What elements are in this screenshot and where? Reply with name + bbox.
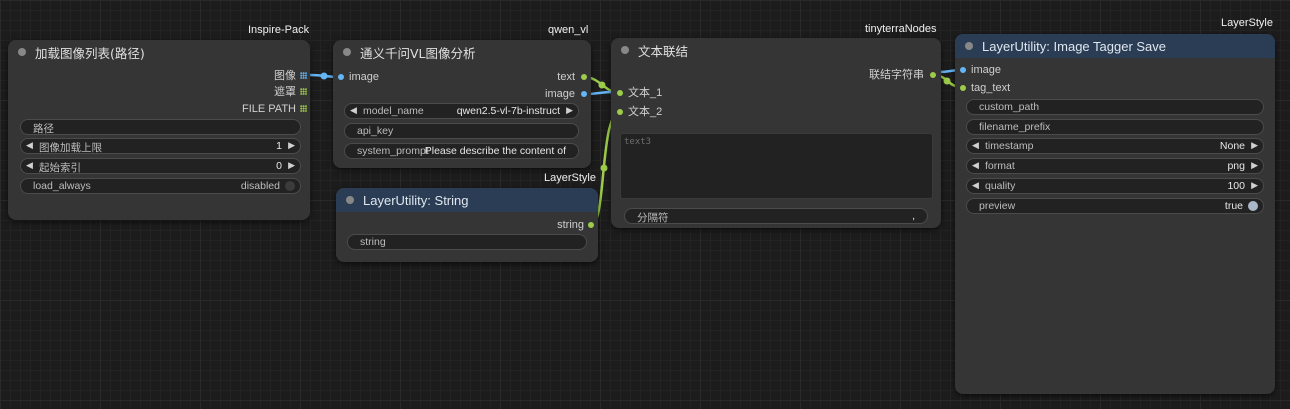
output-label-string: string (557, 219, 584, 231)
increment-arrow-icon[interactable]: ▶ (1251, 140, 1258, 151)
node-title: 通义千问VL图像分析 (360, 45, 476, 61)
link-midpoint (943, 77, 951, 85)
collapse-dot-icon[interactable] (343, 48, 351, 56)
link-midpoint (600, 164, 608, 172)
output-label-joined: 联结字符串 (869, 69, 924, 81)
node-header[interactable]: LayerUtility: String (336, 188, 598, 212)
group-tag-tinyterra: tinyterraNodes (865, 23, 937, 35)
increment-arrow-icon[interactable]: ▶ (1251, 180, 1258, 191)
node-text-concat[interactable]: 文本联结 文本_1 文本_2 联结字符串 text3 分隔符 , (611, 38, 941, 228)
link-midpoint (598, 81, 606, 89)
input-text1-dot[interactable] (617, 90, 623, 96)
increment-arrow-icon[interactable]: ▶ (1251, 160, 1258, 171)
output-image-dot[interactable] (581, 91, 587, 97)
output-joined-dot[interactable] (930, 72, 936, 78)
node-title: 加载图像列表(路径) (35, 45, 145, 61)
string-input[interactable]: string (347, 234, 587, 250)
filename-prefix-input[interactable]: filename_prefix (966, 119, 1264, 135)
output-label-mask: 遮罩 (274, 86, 296, 98)
output-label-text: text (557, 71, 575, 83)
input-label-text2: 文本_2 (628, 106, 663, 118)
node-header[interactable]: 文本联结 (611, 38, 941, 62)
decrement-arrow-icon[interactable]: ◀ (350, 105, 357, 116)
node-header[interactable]: LayerUtility: Image Tagger Save (955, 34, 1275, 58)
decrement-arrow-icon[interactable]: ◀ (972, 160, 979, 171)
delimiter-input[interactable]: 分隔符 , (624, 208, 928, 224)
increment-arrow-icon[interactable]: ▶ (288, 140, 295, 151)
node-header[interactable]: 通义千问VL图像分析 (333, 40, 591, 64)
input-label-image: image (971, 64, 1001, 76)
input-label-text1: 文本_1 (628, 87, 663, 99)
load-always-toggle[interactable]: load_always disabled (20, 178, 301, 194)
group-tag-qwen-vl: qwen_vl (548, 24, 589, 36)
node-layerutility-string[interactable]: LayerUtility: String string string (336, 188, 598, 262)
collapse-dot-icon[interactable] (621, 46, 629, 54)
node-qwen-vl[interactable]: 通义千问VL图像分析 image text image ◀ model_name… (333, 40, 591, 168)
input-image-dot[interactable] (960, 67, 966, 73)
quality-stepper[interactable]: ◀ quality 100 ▶ (966, 178, 1264, 194)
system-prompt-input[interactable]: system_prompt Please describe the conten… (344, 143, 579, 159)
node-load-image-list[interactable]: 加载图像列表(路径) 图像 遮罩 FILE PATH 路径 ◀ 图像加载上限 1… (8, 40, 310, 220)
input-label-image: image (349, 71, 379, 83)
max-load-stepper[interactable]: ◀ 图像加载上限 1 ▶ (20, 138, 301, 154)
input-image-dot[interactable] (338, 74, 344, 80)
toggle-knob-icon[interactable] (1248, 201, 1258, 211)
decrement-arrow-icon[interactable]: ◀ (972, 140, 979, 151)
node-title: LayerUtility: String (363, 192, 469, 208)
input-tag-text-dot[interactable] (960, 85, 966, 91)
format-select[interactable]: ◀ format png ▶ (966, 158, 1264, 174)
input-label-tag-text: tag_text (971, 82, 1011, 94)
preview-toggle[interactable]: preview true (966, 198, 1264, 214)
custom-path-input[interactable]: custom_path (966, 99, 1264, 115)
path-input[interactable]: 路径 (20, 119, 301, 135)
output-text-dot[interactable] (581, 74, 587, 80)
output-image-grid-icon[interactable] (300, 72, 307, 79)
output-string-dot[interactable] (588, 222, 594, 228)
increment-arrow-icon[interactable]: ▶ (288, 160, 295, 171)
collapse-dot-icon[interactable] (965, 42, 973, 50)
output-label-image: 图像 (274, 70, 296, 82)
start-index-stepper[interactable]: ◀ 起始索引 0 ▶ (20, 158, 301, 174)
decrement-arrow-icon[interactable]: ◀ (26, 160, 33, 171)
link-midpoint (320, 72, 328, 80)
group-tag-inspire-pack: Inspire-Pack (248, 24, 310, 36)
api-key-input[interactable]: api_key (344, 123, 579, 139)
input-text2-dot[interactable] (617, 109, 623, 115)
output-mask-grid-icon[interactable] (300, 88, 307, 95)
increment-arrow-icon[interactable]: ▶ (566, 105, 573, 116)
decrement-arrow-icon[interactable]: ◀ (26, 140, 33, 151)
collapse-dot-icon[interactable] (346, 196, 354, 204)
toggle-knob-icon[interactable] (285, 181, 295, 191)
output-file-path-grid-icon[interactable] (300, 105, 307, 112)
timestamp-select[interactable]: ◀ timestamp None ▶ (966, 138, 1264, 154)
output-label-file-path: FILE PATH (242, 103, 296, 115)
decrement-arrow-icon[interactable]: ◀ (972, 180, 979, 191)
output-label-image: image (545, 88, 575, 100)
group-tag-layerstyle-string: LayerStyle (544, 172, 596, 184)
text3-textarea[interactable]: text3 (620, 133, 933, 199)
node-title: 文本联结 (638, 43, 689, 59)
model-name-select[interactable]: ◀ model_name qwen2.5-vl-7b-instruct ▶ (344, 103, 579, 119)
node-image-tagger-save[interactable]: LayerUtility: Image Tagger Save image ta… (955, 34, 1275, 394)
node-header[interactable]: 加载图像列表(路径) (8, 40, 310, 64)
collapse-dot-icon[interactable] (18, 48, 26, 56)
group-tag-layerstyle-save: LayerStyle (1221, 17, 1273, 29)
node-title: LayerUtility: Image Tagger Save (982, 38, 1167, 54)
